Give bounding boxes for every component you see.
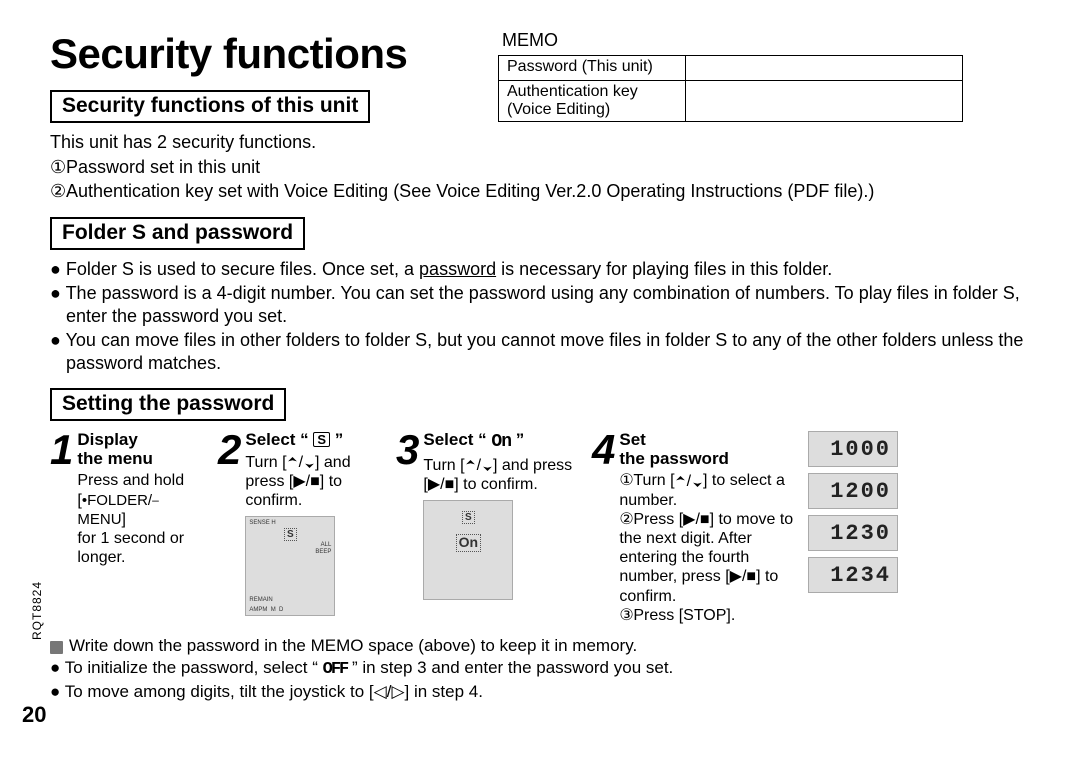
lcd-preview-s: SENSE H S ALLBEEP REMAIN AMPM M D [245,516,335,616]
step-num-3: 3 [396,431,419,469]
section1-intro: This unit has 2 security functions. [50,131,1050,154]
joystick-turn-icon: / [287,453,315,472]
lcd-sequence: 1000 1200 1230 1234 [808,431,898,625]
section3-heading: Setting the password [50,388,286,421]
section2-heading: Folder S and password [50,217,305,250]
memo-block: MEMO Password (This unit) Authentication… [498,30,963,122]
step-num-2: 2 [218,431,241,469]
section2-b1: ● Folder S is used to secure files. Once… [50,258,1050,281]
step-1: 1 Displaythe menu Press and hold[•FOLDER… [50,431,210,625]
play-stop-icon: ▶/■ [428,476,454,493]
alert-icon: ! [50,641,63,654]
play-stop-icon: ▶/■ [293,473,319,490]
section1-item2: ②Authentication key set with Voice Editi… [50,180,1050,203]
folder-s-icon: S [313,432,330,447]
page-number: 20 [22,702,46,728]
steps-row: 1 Displaythe menu Press and hold[•FOLDER… [50,431,1050,625]
lcd-4: 1234 [808,557,898,593]
joystick-turn-icon: / [465,456,493,475]
off-icon: OFF [323,660,348,679]
step-3: 3 Select “ On ” Turn [/] and press [▶/■]… [396,431,584,625]
section2-b3: ● You can move files in other folders to… [50,329,1050,374]
memo-label: MEMO [502,30,963,51]
lcd-2: 1200 [808,473,898,509]
step-num-4: 4 [592,431,615,469]
lcd-3: 1230 [808,515,898,551]
section1-heading: Security functions of this unit [50,90,370,123]
step-num-1: 1 [50,431,73,469]
step-2: 2 Select “ S ” Turn [/] and press [▶/■] … [218,431,388,625]
section1-item1: ①Password set in this unit [50,156,1050,179]
footnotes: !Write down the password in the MEMO spa… [50,635,1050,703]
on-icon: On [491,432,511,452]
play-stop-icon: ▶/■ [683,511,709,528]
lcd-preview-on: S On [423,500,513,600]
play-stop-icon: ▶/■ [730,568,756,585]
lcd-1: 1000 [808,431,898,467]
section2-b2: ● The password is a 4-digit number. You … [50,282,1050,327]
step-4: 4 Setthe password ①Turn [/] to select a … [592,431,800,625]
memo-table: Password (This unit) Authentication key … [498,55,963,122]
joystick-turn-icon: / [675,472,703,491]
doc-code: RQT8824 [30,581,44,640]
